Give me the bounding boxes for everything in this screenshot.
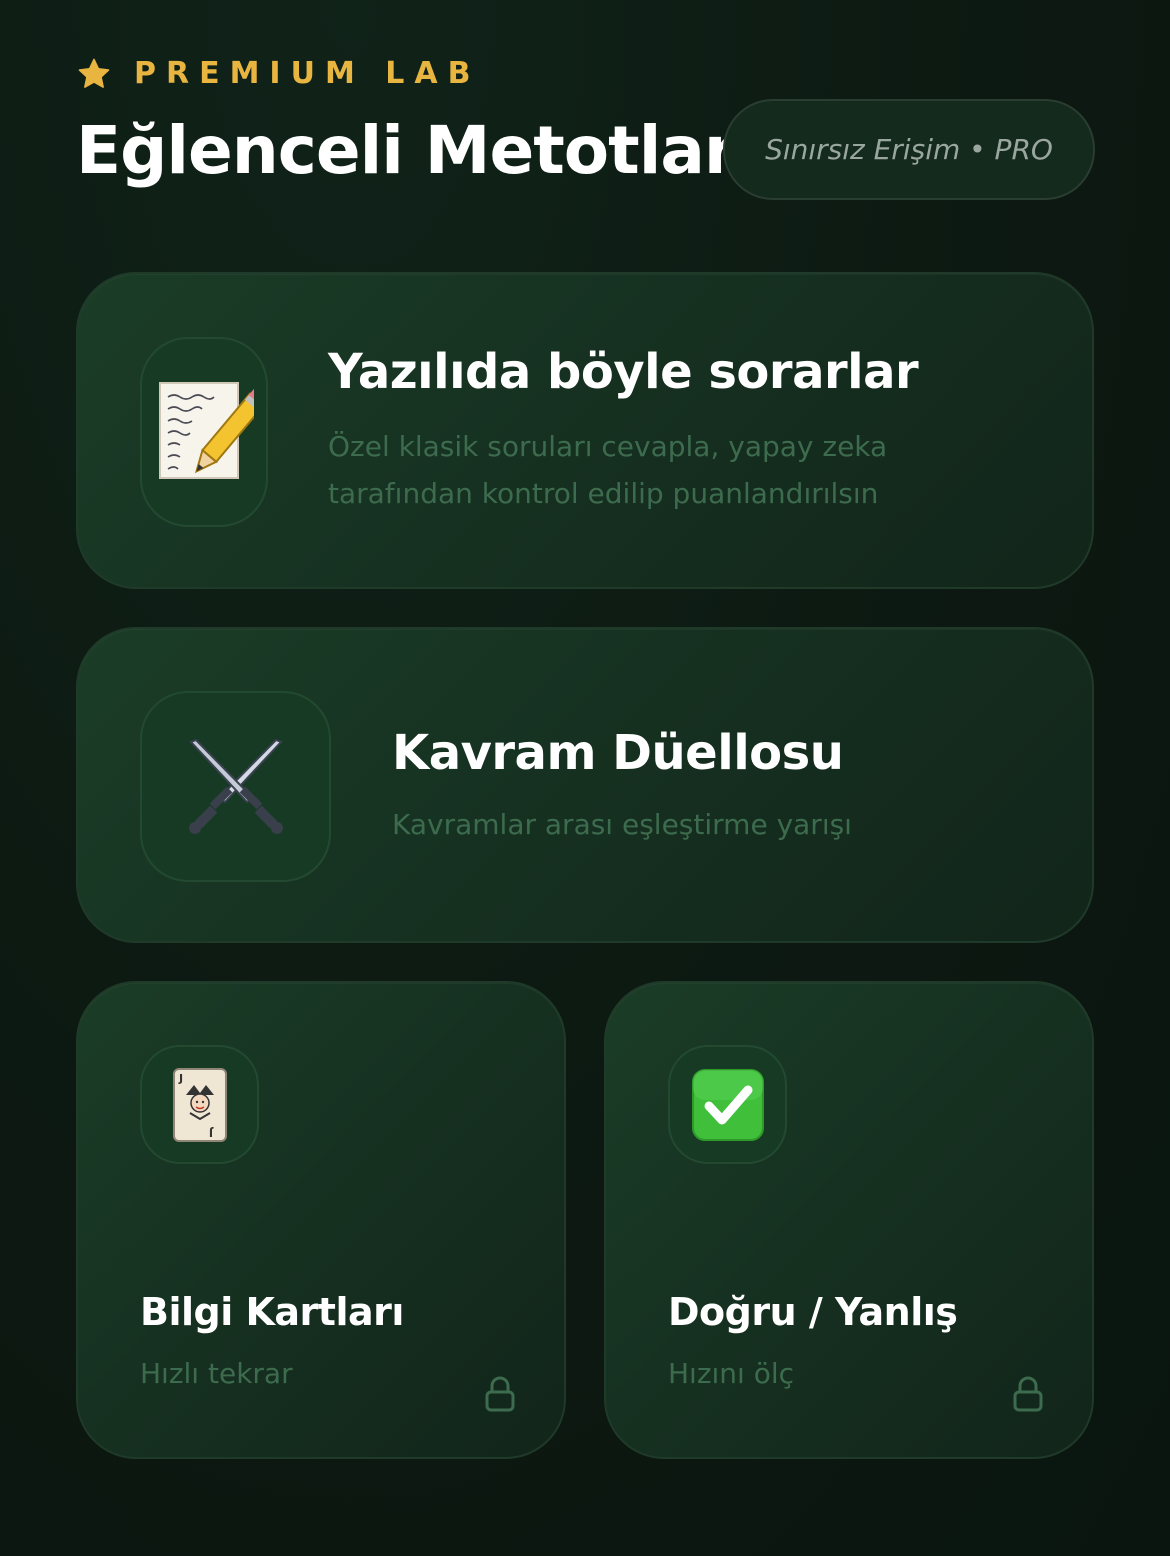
card-icon-box	[668, 1045, 787, 1164]
page-title: Eğlenceli Metotlar	[76, 112, 736, 189]
card-title: Yazılıda böyle sorarlar	[328, 344, 919, 400]
check-mark-icon	[691, 1068, 764, 1141]
access-badge[interactable]: Sınırsız Erişim • PRO	[723, 99, 1095, 200]
premium-lab-screen: PREMIUM LAB Eğlenceli Metotlar Sınırsız …	[0, 0, 1170, 1556]
eyebrow-label: PREMIUM LAB	[134, 56, 481, 91]
card-title: Doğru / Yanlış	[668, 1290, 958, 1334]
method-card-true-false[interactable]: Doğru / Yanlış Hızını ölç	[604, 981, 1094, 1459]
crossed-swords-icon	[188, 738, 283, 834]
card-icon-box: J J	[140, 1045, 259, 1164]
joker-card-icon: J J	[172, 1067, 227, 1142]
method-card-written-exam[interactable]: Yazılıda böyle sorarlar Özel klasik soru…	[76, 272, 1094, 589]
card-description: Kavramlar arası eşleştirme yarışı	[392, 808, 852, 841]
star-icon	[78, 58, 110, 88]
method-card-concept-duel[interactable]: Kavram Düellosu Kavramlar arası eşleştir…	[76, 627, 1094, 943]
card-icon-box	[140, 691, 331, 882]
memo-icon	[159, 382, 254, 479]
svg-text:J: J	[178, 1072, 183, 1085]
svg-text:J: J	[208, 1126, 213, 1139]
card-icon-box	[140, 337, 268, 527]
card-title: Kavram Düellosu	[392, 725, 844, 781]
card-title: Bilgi Kartları	[140, 1290, 404, 1334]
method-card-flashcards[interactable]: J J Bilgi Kartları Hızlı tekrar	[76, 981, 566, 1459]
lock-icon	[485, 1376, 515, 1412]
lock-icon	[1013, 1376, 1043, 1412]
card-description: Özel klasik soruları cevapla, yapay zeka…	[328, 430, 888, 510]
card-description: Hızlı tekrar	[140, 1357, 293, 1390]
card-description: Hızını ölç	[668, 1357, 795, 1390]
premium-lab-eyebrow: PREMIUM LAB	[76, 56, 480, 91]
